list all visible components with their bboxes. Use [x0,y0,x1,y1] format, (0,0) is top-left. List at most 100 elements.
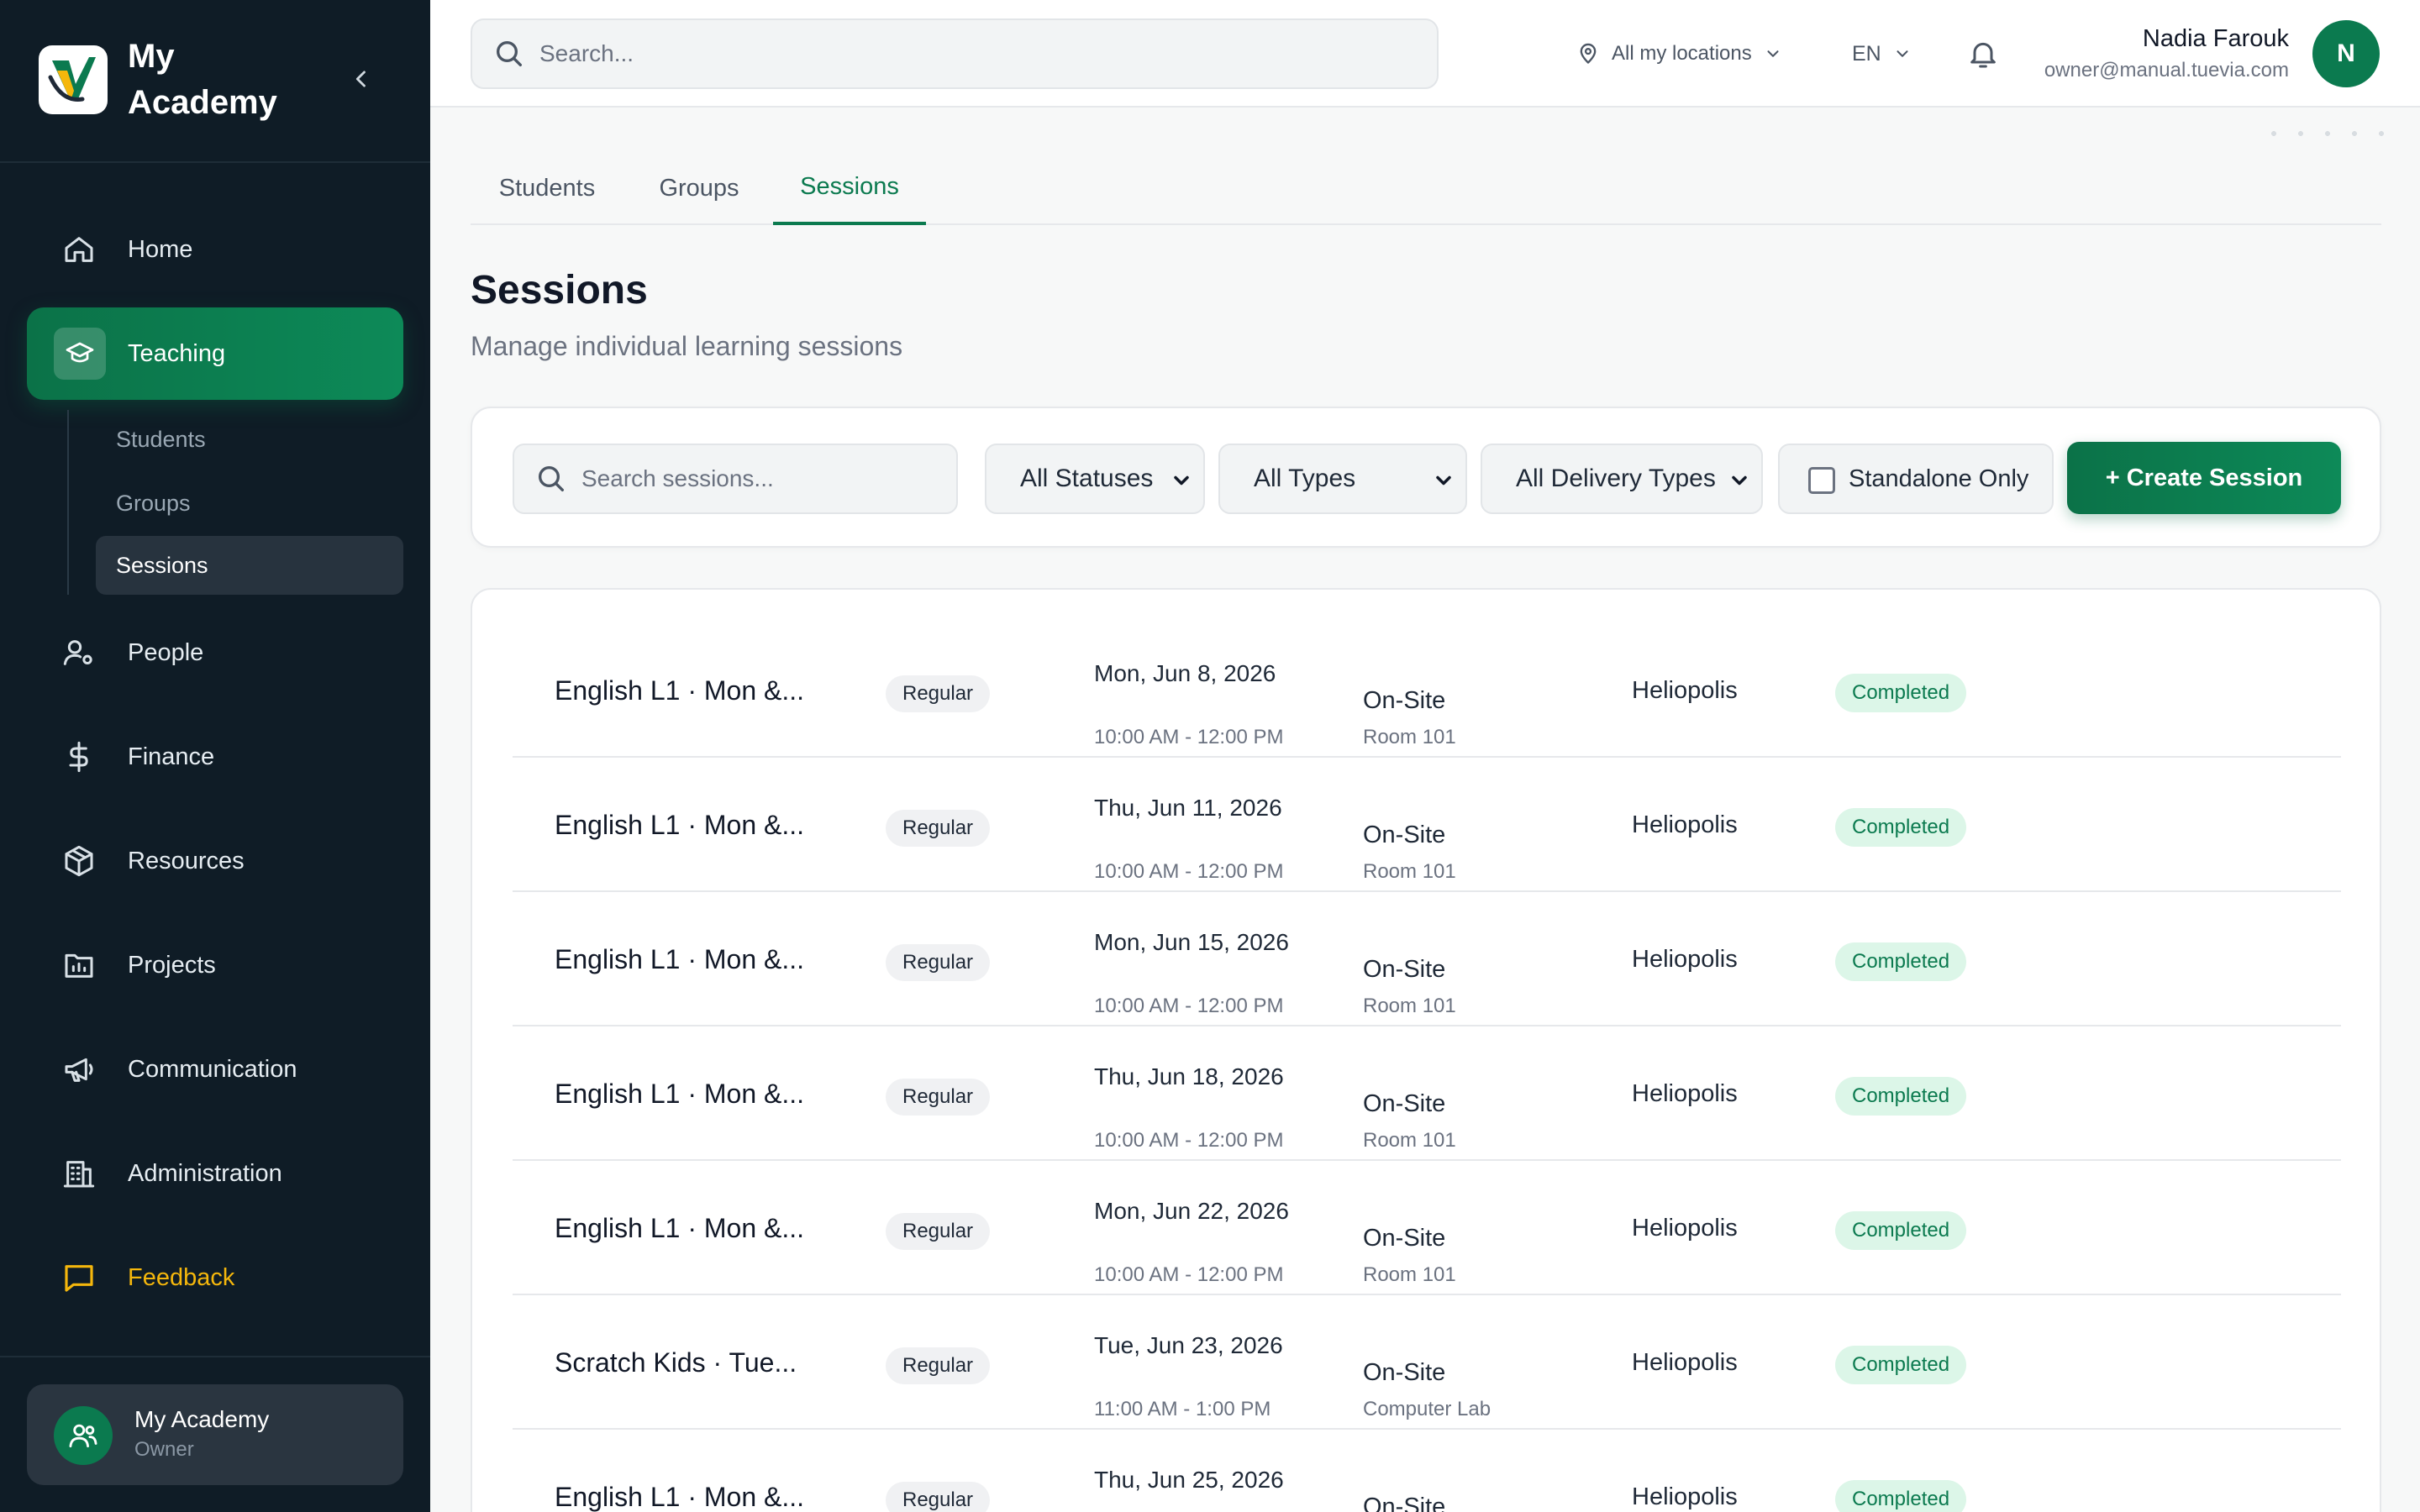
session-type-badge: Regular [886,1347,991,1384]
session-delivery: On-Site [1363,1494,1446,1512]
session-time: 11:00 AM - 1:00 PM [1094,1398,1271,1420]
session-delivery: On-Site [1363,1225,1446,1252]
divider [0,1356,430,1357]
table-row[interactable]: English L1 · Mon &... Regular Mon, Jun 22,… [513,1161,2341,1295]
tab-groups[interactable]: Groups [623,151,775,225]
session-name[interactable]: English L1 · Mon &... [555,1026,804,1161]
academy-logo[interactable] [39,45,108,114]
status-badge: Completed [1835,1346,1967,1384]
collapse-sidebar-button[interactable] [343,60,380,97]
brand-name: My Academy [128,38,277,121]
table-row[interactable]: English L1 · Mon &... Regular Thu, Jun 11,… [513,758,2341,892]
session-name[interactable]: Scratch Kids · Tue... [555,1295,797,1430]
map-pin-icon [1580,43,1597,64]
session-name[interactable]: English L1 · Mon &... [555,892,804,1026]
language-selector[interactable]: EN [1852,34,1912,74]
status-badge: Completed [1835,1480,1967,1512]
brand: My Academy [0,0,430,163]
sidebar-item-teaching[interactable]: Teaching [27,307,403,400]
section-tabs: Students Groups Sessions [471,151,2381,225]
session-name[interactable]: English L1 · Mon &... [555,623,804,758]
sidebar-item-communication[interactable]: Communication [27,1023,403,1116]
session-branch: Heliopolis [1632,676,1738,704]
global-search-input[interactable] [539,35,1413,72]
tab-sessions[interactable]: Sessions [773,151,926,225]
standalone-only-toggle[interactable]: Standalone Only [1778,444,2054,514]
location-label: All my locations [1612,42,1752,65]
session-name[interactable]: English L1 · Mon &... [555,1161,804,1295]
session-branch: Heliopolis [1632,1214,1738,1242]
session-search[interactable] [513,444,958,514]
sidebar-item-projects[interactable]: Projects [27,919,403,1011]
graduation-cap-icon [54,328,106,380]
delivery-filter-select[interactable]: All Delivery Types [1481,444,1763,514]
table-row[interactable]: English L1 · Mon &... Regular Thu, Jun 25,… [513,1430,2341,1512]
session-branch: Heliopolis [1632,1079,1738,1107]
global-search[interactable] [471,18,1439,89]
sidebar-item-finance[interactable]: Finance [27,711,403,803]
subnav-item-groups[interactable]: Groups [96,474,403,533]
standalone-checkbox[interactable] [1808,467,1835,494]
session-delivery: On-Site [1363,687,1446,714]
sidebar-item-people[interactable]: People [27,606,403,699]
table-row[interactable]: English L1 · Mon &... Regular Mon, Jun 8, … [513,623,2341,758]
session-time: 10:00 AM - 12:00 PM [1094,1129,1284,1152]
search-icon [497,41,522,67]
session-date: Thu, Jun 18, 2026 [1094,1063,1284,1089]
table-row[interactable]: Scratch Kids · Tue... Regular Tue, Jun 23,… [513,1295,2341,1430]
sidebar-item-administration[interactable]: Administration [27,1127,403,1220]
session-time: 10:00 AM - 12:00 PM [1094,995,1284,1017]
decorative-dots [2260,131,2395,136]
sidebar-item-label: Administration [128,1159,282,1187]
sessions-table: English L1 · Mon &... Regular Mon, Jun 8, … [471,588,2381,1512]
session-date: Thu, Jun 25, 2026 [1094,1467,1284,1493]
table-row[interactable]: English L1 · Mon &... Regular Thu, Jun 18,… [513,1026,2341,1161]
user-email: owner@manual.tuevia.com [2044,59,2289,81]
chevron-down-icon [1897,50,1908,57]
status-filter-select[interactable]: All Statuses [985,444,1205,514]
subnav-item-students[interactable]: Students [96,410,403,469]
top-header: All my locations EN Nadia Farouk owner@m… [430,0,2420,108]
session-date: Mon, Jun 8, 2026 [1094,660,1276,686]
session-delivery: On-Site [1363,822,1446,848]
sidebar-item-home[interactable]: Home [27,203,403,296]
session-type-badge: Regular [886,1482,991,1512]
session-type-badge: Regular [886,810,991,847]
type-filter-select[interactable]: All Types [1218,444,1467,514]
user-settings-icon [60,634,97,671]
language-label: EN [1852,41,1881,66]
sidebar-item-label: Feedback [128,1263,235,1291]
bell-icon [1970,42,1996,68]
session-room: Room 101 [1363,726,1456,748]
location-selector[interactable]: All my locations [1576,34,1782,74]
session-type-badge: Regular [886,1213,991,1250]
create-session-button[interactable]: + Create Session [2067,442,2341,514]
status-filter-value: All Statuses [1020,465,1154,492]
session-type-badge: Regular [886,675,991,712]
sidebar-item-resources[interactable]: Resources [27,815,403,907]
sidebar-item-label: Teaching [128,339,226,367]
session-date: Mon, Jun 15, 2026 [1094,929,1289,955]
sidebar-item-label: People [128,638,204,666]
megaphone-icon [60,1051,97,1088]
account-switcher[interactable]: My Academy Owner [27,1384,403,1485]
sidebar-item-feedback[interactable]: Feedback [27,1231,403,1324]
page-title: Sessions [471,268,648,312]
status-badge: Completed [1835,808,1967,847]
table-row[interactable]: English L1 · Mon &... Regular Mon, Jun 15,… [513,892,2341,1026]
account-name: My Academy [134,1406,270,1432]
chevron-down-icon [1436,475,1451,486]
sidebar-item-label: Projects [128,951,216,979]
subnav-item-sessions[interactable]: Sessions [96,536,403,595]
session-branch: Heliopolis [1632,811,1738,838]
session-delivery: On-Site [1363,956,1446,983]
notifications-button[interactable] [1963,34,2003,74]
session-branch: Heliopolis [1632,1348,1738,1376]
user-avatar[interactable]: N [2312,20,2380,87]
session-name[interactable]: English L1 · Mon &... [555,758,804,892]
session-name[interactable]: English L1 · Mon &... [555,1430,804,1512]
chevron-down-icon [1174,475,1189,486]
tab-students[interactable]: Students [471,151,623,225]
session-search-input[interactable] [581,460,934,497]
session-room: Room 101 [1363,1263,1456,1286]
